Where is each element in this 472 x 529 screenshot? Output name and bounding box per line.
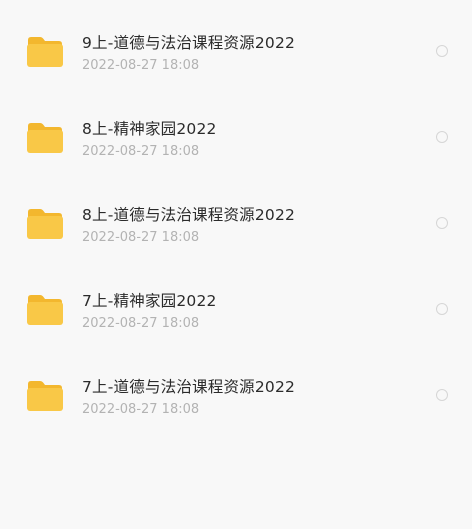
file-row[interactable]: 8上-道德与法治课程资源2022 2022-08-27 18:08 (0, 176, 472, 262)
select-radio[interactable] (436, 217, 448, 229)
folder-icon (26, 294, 64, 326)
file-row[interactable]: 7上-精神家园2022 2022-08-27 18:08 (0, 262, 472, 348)
file-row[interactable]: 8上-精神家园2022 2022-08-27 18:08 (0, 90, 472, 176)
folder-icon (26, 208, 64, 240)
file-name: 8上-精神家园2022 (82, 120, 217, 138)
file-row[interactable]: 7上-道德与法治课程资源2022 2022-08-27 18:08 (0, 348, 472, 434)
file-date: 2022-08-27 18:08 (82, 316, 200, 331)
file-name: 7上-道德与法治课程资源2022 (82, 378, 296, 396)
folder-icon (26, 122, 64, 154)
select-radio[interactable] (436, 389, 448, 401)
file-name: 8上-道德与法治课程资源2022 (82, 206, 296, 224)
file-date: 2022-08-27 18:08 (82, 230, 200, 245)
select-radio[interactable] (436, 303, 448, 315)
select-radio[interactable] (436, 131, 448, 143)
file-date: 2022-08-27 18:08 (82, 144, 200, 159)
file-row[interactable]: 9上-道德与法治课程资源2022 2022-08-27 18:08 (0, 4, 472, 90)
file-name: 9上-道德与法治课程资源2022 (82, 34, 296, 52)
folder-icon (26, 380, 64, 412)
file-name: 7上-精神家园2022 (82, 292, 217, 310)
folder-icon (26, 36, 64, 68)
file-date: 2022-08-27 18:08 (82, 58, 200, 73)
file-date: 2022-08-27 18:08 (82, 402, 200, 417)
select-radio[interactable] (436, 45, 448, 57)
